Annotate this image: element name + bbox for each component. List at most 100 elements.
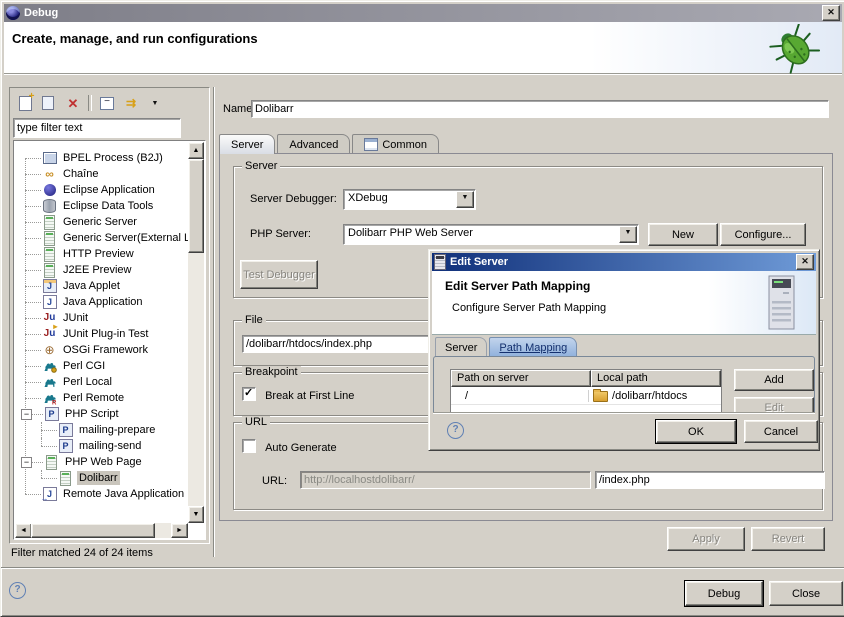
vscroll-thumb[interactable] — [188, 159, 204, 253]
main-tab-bar: Server Advanced Common — [219, 134, 441, 154]
file-group-legend: File — [242, 314, 266, 326]
new-server-button[interactable]: New — [648, 223, 718, 246]
tree-guide — [25, 326, 41, 342]
tree-item-junit[interactable]: JuJUnit — [15, 310, 188, 326]
php-server-select[interactable]: Dolibarr PHP Web Server — [343, 224, 639, 245]
server-small-icon — [434, 254, 446, 270]
tree-guide — [25, 150, 41, 166]
collapse-all-button[interactable] — [98, 94, 116, 112]
tree-item-label: Eclipse Application — [61, 183, 157, 197]
window-close-button[interactable] — [822, 5, 840, 21]
add-mapping-button[interactable]: Add — [734, 369, 814, 391]
tree-item-label: PHP Script — [63, 407, 121, 421]
filter-input[interactable] — [13, 118, 181, 138]
toolbar-menu-button[interactable]: ▼ — [146, 94, 164, 112]
help-icon[interactable] — [9, 582, 26, 599]
cancel-button[interactable]: Cancel — [744, 420, 818, 443]
tree-container: BPEL Process (B2J)∞ChaîneEclipse Applica… — [13, 140, 206, 540]
break-first-line-checkbox[interactable] — [242, 387, 256, 401]
edit-server-close-button[interactable] — [796, 254, 814, 270]
close-button[interactable]: Close — [769, 581, 843, 606]
url-path-input[interactable] — [595, 471, 825, 489]
php-server-dropdown-icon[interactable] — [619, 226, 637, 243]
duplicate-icon — [42, 96, 54, 110]
duplicate-configuration-button[interactable] — [40, 94, 58, 112]
configure-server-button[interactable]: Configure... — [720, 223, 806, 246]
server-icon — [42, 247, 57, 262]
server-debugger-value: XDebug — [348, 192, 455, 204]
tree-item-cha-ne[interactable]: ∞Chaîne — [15, 166, 188, 182]
tree-item-generic-server[interactable]: Generic Server — [15, 214, 188, 230]
tree-guide — [25, 310, 41, 326]
tree-item-eclipse-data-tools[interactable]: Eclipse Data Tools — [15, 198, 188, 214]
tree-item-php-web-page[interactable]: PHP Web Page — [15, 454, 188, 470]
scroll-down-button[interactable]: ▼ — [188, 506, 204, 523]
bug-icon — [764, 24, 826, 74]
name-input[interactable] — [251, 100, 829, 118]
tree-item-perl-remote[interactable]: RPerl Remote — [15, 390, 188, 406]
column-path-on-server[interactable]: Path on server — [451, 370, 591, 387]
hscroll-thumb[interactable] — [31, 523, 155, 538]
tree-item-http-preview[interactable]: HTTP Preview — [15, 246, 188, 262]
dialog-button-bar: OK Cancel — [433, 412, 815, 447]
table-row[interactable]: / /dolibarr/htdocs — [451, 387, 721, 404]
scroll-left-button[interactable]: ◄ — [15, 523, 32, 538]
tree-item-label: Generic Server(External La — [61, 231, 188, 245]
scroll-right-button[interactable]: ► — [171, 523, 188, 538]
collapse-toggle-icon[interactable] — [21, 409, 32, 420]
tree-item-osgi-framework[interactable]: ⊕OSGi Framework — [15, 342, 188, 358]
configurations-sidebar: ✕ ⇉ ▼ BPEL Process (B2J)∞ChaîneEclipse A… — [9, 87, 210, 544]
new-configuration-button[interactable] — [16, 94, 34, 112]
debug-button[interactable]: Debug — [685, 581, 763, 606]
tree-item-label: OSGi Framework — [61, 343, 150, 357]
local-path-text: /dolibarr/htdocs — [612, 390, 687, 402]
tree-item-remote-java-application[interactable]: JRemote Java Application — [15, 486, 188, 502]
tree-item-generic-server-external-la[interactable]: Generic Server(External La — [15, 230, 188, 246]
tree-item-dolibarr[interactable]: Dolibarr — [15, 470, 188, 486]
filter-icon: ⇉ — [126, 97, 136, 109]
server-debugger-select[interactable]: XDebug — [343, 189, 476, 210]
tree-item-junit-plug-in-test[interactable]: JuJUnit Plug-in Test — [15, 326, 188, 342]
test-debugger-button[interactable]: Test Debugger — [240, 260, 318, 289]
php-file-icon: P — [58, 439, 73, 454]
dialog-tab-path-mapping[interactable]: Path Mapping — [489, 337, 577, 357]
tree-item-mailing-prepare[interactable]: Pmailing-prepare — [15, 422, 188, 438]
tree-item-label: mailing-send — [77, 439, 143, 453]
tree-item-eclipse-application[interactable]: Eclipse Application — [15, 182, 188, 198]
tree-item-perl-cgi[interactable]: Perl CGI — [15, 358, 188, 374]
url-base-input — [300, 471, 591, 489]
tree-item-perl-local[interactable]: Perl Local — [15, 374, 188, 390]
tree-item-j2ee-preview[interactable]: J2EE Preview — [15, 262, 188, 278]
apply-button[interactable]: Apply — [667, 527, 745, 551]
tree-vscrollbar[interactable]: ▲ ▼ — [188, 142, 204, 523]
tree-item-java-applet[interactable]: JJava Applet — [15, 278, 188, 294]
tree-item-label: JUnit — [61, 311, 90, 325]
collapse-toggle-icon[interactable] — [21, 457, 32, 468]
tree-item-label: Remote Java Application — [61, 487, 186, 501]
scroll-up-button[interactable]: ▲ — [188, 142, 204, 159]
dialog-tab-server[interactable]: Server — [435, 337, 487, 357]
dialog-help-icon[interactable] — [447, 422, 464, 439]
tree-item-php-script[interactable]: P PHP Script — [15, 406, 188, 422]
window-title: Debug — [24, 7, 58, 19]
tree-hscrollbar[interactable]: ◄ ► — [15, 523, 188, 538]
auto-generate-checkbox[interactable] — [242, 439, 256, 453]
column-local-path[interactable]: Local path — [591, 370, 721, 387]
delete-configuration-button[interactable]: ✕ — [64, 94, 82, 112]
tab-advanced[interactable]: Advanced — [277, 134, 350, 154]
tab-server[interactable]: Server — [219, 134, 275, 154]
php-script-icon: P — [44, 407, 59, 422]
ok-button[interactable]: OK — [656, 420, 736, 443]
dialog-heading: Edit Server Path Mapping — [445, 279, 590, 293]
revert-button[interactable]: Revert — [751, 527, 825, 551]
tab-common[interactable]: Common — [352, 134, 439, 154]
tree-item-java-application[interactable]: JJava Application — [15, 294, 188, 310]
tree-item-label: Perl CGI — [61, 359, 107, 373]
tree-item-bpel-process-b2j[interactable]: BPEL Process (B2J) — [15, 150, 188, 166]
tree-item-mailing-send[interactable]: Pmailing-send — [15, 438, 188, 454]
server-debugger-dropdown-icon[interactable] — [456, 191, 474, 208]
filter-launch-button[interactable]: ⇉ — [122, 94, 140, 112]
server-tower-image — [764, 275, 800, 331]
tree-item-label: Generic Server — [61, 215, 139, 229]
collapse-all-icon — [100, 97, 114, 110]
